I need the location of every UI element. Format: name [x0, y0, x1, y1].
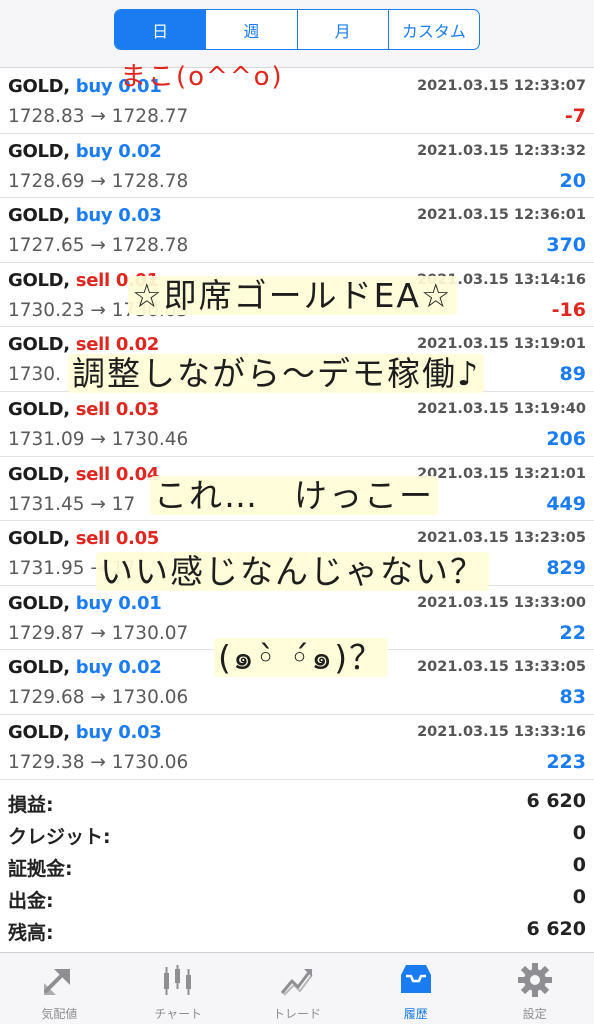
trade-side: buy 0.03 — [75, 721, 162, 743]
summary-value: 0 — [572, 886, 586, 908]
trade-time: 2021.03.15 12:33:32 — [417, 142, 586, 159]
tab-day[interactable]: 日 — [115, 10, 207, 49]
overlay-note-line1: ☆即席ゴールドEA☆ — [128, 276, 457, 315]
summary-value: 6 620 — [526, 918, 587, 940]
tab-week[interactable]: 週 — [206, 10, 298, 49]
trade-row[interactable]: GOLD, buy 0.02 2021.03.15 12:33:32 1728.… — [0, 134, 594, 199]
trade-icon — [280, 969, 313, 996]
period-segmented-control: 日 週 月 カスタム — [114, 9, 480, 50]
trade-time: 2021.03.15 13:33:05 — [417, 659, 586, 676]
trade-prices: 1727.65 → 1728.78 — [8, 235, 189, 257]
trade-side: sell 0.05 — [75, 528, 160, 550]
period-header: 日 週 月 カスタム — [0, 0, 594, 68]
trade-profit: 20 — [559, 169, 586, 192]
handwritten-signature: まこ(o^^o) — [120, 62, 284, 92]
trade-prices: 1728.83 → 1728.77 — [8, 106, 189, 127]
trade-profit: 370 — [546, 234, 586, 257]
trade-time: 2021.03.15 12:33:07 — [417, 78, 586, 94]
trade-time: 2021.03.15 13:19:40 — [417, 400, 586, 417]
tab-history[interactable]: 履歴 — [356, 953, 475, 1024]
trade-side: buy 0.03 — [75, 205, 162, 227]
trade-symbol: GOLD, buy 0.03 — [8, 721, 162, 743]
overlay-note-line4: いい感じなんじゃない？ — [96, 552, 489, 591]
tab-month[interactable]: 月 — [298, 10, 389, 49]
settings-icon — [517, 963, 552, 997]
trade-prices: 1729.38 → 1730.06 — [8, 751, 189, 773]
tab-chart[interactable]: チャート — [119, 953, 238, 1024]
quotes-icon — [44, 969, 71, 995]
summary-balance-row: 残高: 6 620 — [0, 914, 594, 946]
tab-trade[interactable]: トレード — [238, 953, 357, 1024]
trade-profit: 22 — [559, 621, 586, 644]
trade-prices: 1729.87 → 1730.07 — [8, 622, 189, 644]
trade-side: buy 0.02 — [75, 140, 162, 162]
trade-side: buy 0.02 — [75, 657, 162, 679]
trade-side: sell 0.02 — [75, 334, 160, 356]
summary-label: 証拠金: — [8, 858, 73, 880]
tab-custom[interactable]: カスタム — [389, 10, 479, 49]
trade-profit: 829 — [546, 557, 586, 580]
trade-symbol: GOLD, buy 0.01 — [8, 592, 162, 614]
trade-prices: 1728.69 → 1728.78 — [8, 170, 189, 192]
trade-symbol: GOLD, buy 0.03 — [8, 205, 162, 227]
trade-row[interactable]: GOLD, sell 0.03 2021.03.15 13:19:40 1731… — [0, 392, 594, 457]
tab-label: トレード — [272, 1007, 321, 1021]
overlay-note-line5: (๑◦̀ ◦́๑)？ — [214, 638, 389, 677]
trade-side: sell 0.03 — [75, 398, 160, 420]
trade-profit: 449 — [546, 492, 586, 515]
tab-label: 設定 — [522, 1007, 547, 1021]
summary-label: 残高: — [8, 922, 54, 944]
trade-time: 2021.03.15 12:36:01 — [417, 207, 586, 224]
trade-row[interactable]: GOLD, buy 0.03 2021.03.15 13:33:16 1729.… — [0, 715, 594, 780]
bottom-tab-bar: 気配値 チャート トレード 履歴 設定 — [0, 952, 594, 1024]
trade-profit: 206 — [546, 427, 586, 450]
summary-value: 0 — [572, 822, 586, 844]
trade-time: 2021.03.15 13:23:05 — [417, 530, 586, 547]
chart-icon — [164, 965, 192, 995]
tab-label: 履歴 — [403, 1007, 428, 1021]
trade-side: sell 0.04 — [75, 463, 160, 485]
tab-label: チャート — [154, 1007, 203, 1021]
summary-label: 損益: — [8, 794, 54, 816]
trade-symbol: GOLD, sell 0.03 — [8, 398, 160, 420]
trade-symbol: GOLD, sell 0.04 — [8, 463, 160, 485]
trade-time: 2021.03.15 13:33:00 — [417, 594, 586, 611]
trade-symbol: GOLD, sell 0.02 — [8, 334, 160, 356]
summary-profit-row: 損益: 6 620 — [0, 786, 594, 818]
trade-prices: 1731.09 → 1730.46 — [8, 428, 189, 450]
summary-value: 0 — [572, 854, 586, 876]
trade-time: 2021.03.15 13:19:01 — [417, 336, 586, 353]
trade-time: 2021.03.15 13:33:16 — [417, 723, 586, 740]
trade-profit: 83 — [559, 686, 586, 709]
trade-profit: 89 — [559, 363, 586, 386]
trade-symbol: GOLD, sell 0.05 — [8, 528, 160, 550]
trade-prices: 1729.68 → 1730.06 — [8, 687, 189, 709]
trade-prices: 1731.45 → 17 — [8, 493, 136, 515]
history-icon — [400, 965, 431, 993]
trade-side: buy 0.01 — [75, 592, 162, 614]
account-summary: 損益: 6 620 クレジット: 0 証拠金: 0 出金: 0 残高: 6 62… — [0, 786, 594, 946]
trade-profit: 223 — [546, 750, 586, 773]
trade-row[interactable]: GOLD, buy 0.01 2021.03.15 12:33:07 1728.… — [0, 69, 594, 134]
tab-quotes[interactable]: 気配値 — [0, 953, 119, 1024]
trade-symbol: GOLD, buy 0.02 — [8, 140, 162, 162]
summary-deposit-row: 証拠金: 0 — [0, 850, 594, 882]
summary-value: 6 620 — [526, 790, 587, 812]
trade-profit: -7 — [564, 105, 586, 127]
trade-profit: -16 — [551, 298, 586, 321]
summary-withdrawal-row: 出金: 0 — [0, 882, 594, 914]
tab-label: 気配値 — [41, 1007, 78, 1021]
trade-row[interactable]: GOLD, buy 0.03 2021.03.15 12:36:01 1727.… — [0, 198, 594, 263]
trade-prices: 1730. — [8, 364, 61, 386]
summary-label: 出金: — [8, 890, 54, 912]
tab-settings[interactable]: 設定 — [475, 953, 594, 1024]
trade-time: 2021.03.15 13:21:01 — [417, 465, 586, 482]
overlay-note-line2: 調整しながら〜デモ稼働♪ — [68, 354, 485, 393]
trade-symbol: GOLD, buy 0.02 — [8, 657, 162, 679]
summary-label: クレジット: — [8, 826, 111, 848]
overlay-note-line3: これ… けっこー — [150, 476, 438, 515]
summary-credit-row: クレジット: 0 — [0, 818, 594, 850]
